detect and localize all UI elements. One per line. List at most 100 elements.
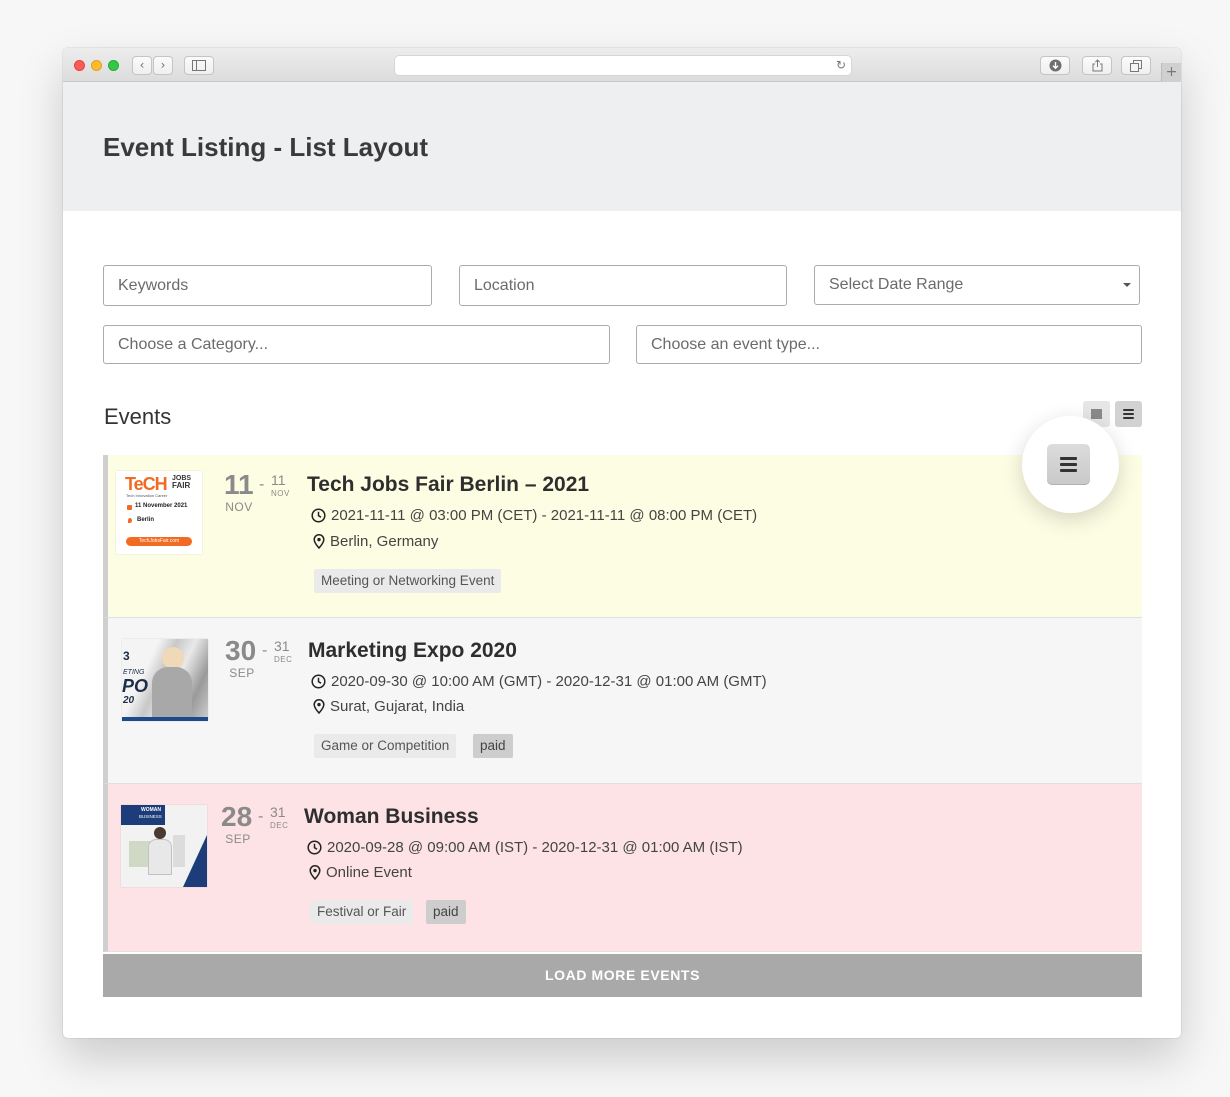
event-start-day: 30 bbox=[225, 635, 257, 666]
event-title[interactable]: Tech Jobs Fair Berlin – 2021 bbox=[307, 473, 589, 497]
location-input[interactable] bbox=[459, 265, 787, 306]
forward-icon[interactable]: › bbox=[153, 56, 173, 75]
event-location: Online Event bbox=[309, 864, 412, 881]
event-thumbnail[interactable]: WOMAN BUSINESS bbox=[121, 805, 207, 887]
browser-toolbar: ‹ › ↻ + bbox=[63, 48, 1181, 82]
event-type-placeholder: Choose an event type... bbox=[651, 336, 820, 353]
event-end-month: DEC bbox=[270, 821, 289, 830]
event-start-day: 28 bbox=[221, 801, 253, 832]
person-image bbox=[162, 647, 184, 669]
browser-window: ‹ › ↻ + Event Listing - List Layout Sele… bbox=[63, 48, 1181, 1038]
sidebar-toggle-icon[interactable] bbox=[184, 56, 214, 75]
event-datetime: 2020-09-30 @ 10:00 AM (GMT) - 2020-12-31… bbox=[311, 673, 767, 690]
event-tag[interactable]: Game or Competition bbox=[314, 734, 457, 758]
event-end-month: NOV bbox=[271, 489, 290, 498]
shelf-image bbox=[173, 835, 185, 867]
event-tag-paid[interactable]: paid bbox=[473, 734, 513, 758]
event-location: Berlin, Germany bbox=[313, 533, 438, 550]
grid-icon bbox=[1091, 409, 1102, 419]
pin-icon bbox=[128, 518, 132, 523]
person-body-image bbox=[148, 839, 172, 875]
event-datetime: 2021-11-11 @ 03:00 PM (CET) - 2021-11-11… bbox=[311, 507, 757, 524]
tabs-overview-icon[interactable] bbox=[1121, 56, 1151, 75]
date-range-select[interactable]: Select Date Range bbox=[814, 265, 1140, 305]
thumb-brand: TeCH bbox=[125, 474, 168, 494]
thumb-city: Berlin bbox=[137, 517, 155, 523]
thumb-url: TechJobsFair.com bbox=[126, 537, 192, 546]
event-datetime-text: 2021-11-11 @ 03:00 PM (CET) - 2021-11-11… bbox=[331, 507, 758, 524]
thumb-text: WOMAN bbox=[141, 807, 161, 813]
caret-down-icon bbox=[1123, 283, 1131, 287]
event-start-day: 11 bbox=[224, 469, 254, 500]
thumb-brand-fair: FAIR bbox=[172, 481, 191, 490]
event-datetime-text: 2020-09-28 @ 09:00 AM (IST) - 2020-12-31… bbox=[327, 839, 743, 856]
event-title[interactable]: Marketing Expo 2020 bbox=[308, 639, 517, 663]
event-start-month: SEP bbox=[225, 832, 251, 846]
thumb-text: PO bbox=[122, 676, 149, 696]
category-placeholder: Choose a Category... bbox=[118, 336, 269, 353]
event-tag[interactable]: Festival or Fair bbox=[310, 900, 414, 924]
event-datetime: 2020-09-28 @ 09:00 AM (IST) - 2020-12-31… bbox=[307, 839, 743, 856]
new-tab-button[interactable]: + bbox=[1161, 63, 1181, 82]
page-header: Event Listing - List Layout bbox=[63, 82, 1181, 211]
event-item[interactable]: WOMAN BUSINESS 28 - 31 DEC SEP Woman Bus… bbox=[103, 784, 1142, 952]
event-location-text: Online Event bbox=[326, 864, 412, 881]
list-view-button[interactable] bbox=[1115, 401, 1142, 427]
keywords-input[interactable] bbox=[103, 265, 432, 306]
event-datetime-text: 2020-09-30 @ 10:00 AM (GMT) - 2020-12-31… bbox=[331, 673, 767, 690]
event-tag-paid[interactable]: paid bbox=[426, 900, 466, 924]
event-end-day: 31 bbox=[270, 804, 286, 820]
event-thumbnail[interactable]: TeCH JOBS FAIR Tech Innovation Career 11… bbox=[116, 471, 202, 554]
list-view-magnifier bbox=[1022, 416, 1119, 513]
thumb-text: 3 bbox=[123, 649, 130, 663]
map-pin-icon bbox=[309, 865, 321, 880]
event-location: Surat, Gujarat, India bbox=[313, 698, 464, 715]
thumb-date: 11 November 2021 bbox=[135, 503, 188, 509]
person-head-image bbox=[154, 827, 166, 839]
map-pin-icon bbox=[313, 534, 325, 549]
thumb-subtitle: Tech Innovation Career bbox=[126, 493, 168, 498]
event-item[interactable]: TeCH JOBS FAIR Tech Innovation Career 11… bbox=[103, 455, 1142, 618]
event-item[interactable]: 3 ETING PO 20 30 - 31 DEC SEP Marketing … bbox=[103, 618, 1142, 784]
back-icon[interactable]: ‹ bbox=[132, 56, 152, 75]
event-type-select[interactable]: Choose an event type... bbox=[636, 325, 1142, 364]
maximize-window-button[interactable] bbox=[108, 60, 119, 71]
event-location-text: Surat, Gujarat, India bbox=[330, 698, 465, 715]
download-icon[interactable] bbox=[1040, 56, 1070, 75]
clock-icon bbox=[307, 840, 322, 855]
event-end-day: 31 bbox=[274, 638, 290, 654]
thumb-bar bbox=[122, 717, 208, 721]
date-separator: - bbox=[259, 476, 265, 493]
event-thumbnail[interactable]: 3 ETING PO 20 bbox=[122, 639, 208, 721]
page-title: Event Listing - List Layout bbox=[103, 132, 429, 162]
event-title[interactable]: Woman Business bbox=[304, 805, 479, 829]
reload-icon[interactable]: ↻ bbox=[836, 58, 846, 72]
thumb-text: ETING bbox=[123, 669, 145, 676]
share-icon[interactable] bbox=[1082, 56, 1112, 75]
date-separator: - bbox=[258, 808, 264, 825]
list-view-button-zoomed[interactable] bbox=[1047, 444, 1090, 485]
person-body-image bbox=[152, 667, 192, 721]
list-icon bbox=[1123, 409, 1134, 419]
events-heading: Events bbox=[104, 404, 172, 429]
event-tag[interactable]: Meeting or Networking Event bbox=[314, 569, 502, 593]
calendar-icon bbox=[127, 505, 132, 510]
clock-icon bbox=[311, 508, 326, 523]
event-end-day: 11 bbox=[271, 472, 286, 488]
category-select[interactable]: Choose a Category... bbox=[103, 325, 610, 364]
close-window-button[interactable] bbox=[74, 60, 85, 71]
load-more-events-button[interactable]: LOAD MORE EVENTS bbox=[103, 954, 1142, 997]
event-start-month: SEP bbox=[229, 666, 255, 680]
event-end-month: DEC bbox=[274, 655, 293, 664]
thumb-text: BUSINESS bbox=[139, 814, 162, 819]
event-start-month: NOV bbox=[225, 500, 253, 514]
minimize-window-button[interactable] bbox=[91, 60, 102, 71]
thumb-text: 20 bbox=[123, 695, 135, 706]
event-location-text: Berlin, Germany bbox=[330, 533, 439, 550]
clock-icon bbox=[311, 674, 326, 689]
address-bar[interactable]: ↻ bbox=[394, 55, 852, 76]
event-list: TeCH JOBS FAIR Tech Innovation Career 11… bbox=[103, 455, 1142, 952]
map-pin-icon bbox=[313, 699, 325, 714]
date-separator: - bbox=[262, 642, 268, 659]
list-icon bbox=[1060, 457, 1077, 472]
